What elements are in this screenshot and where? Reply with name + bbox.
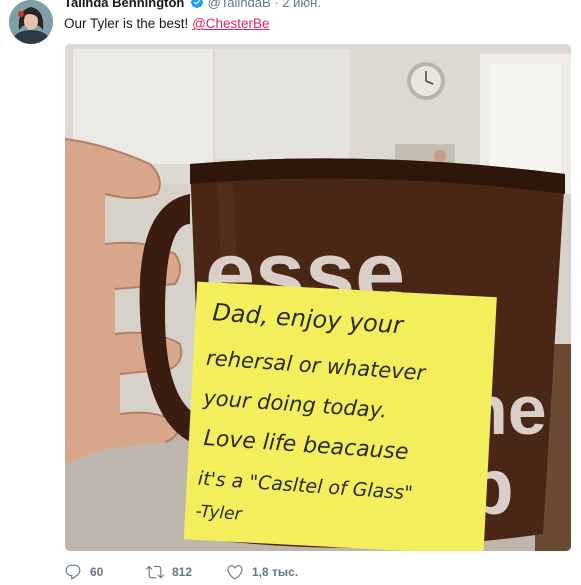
tweet-header: Talinda Bennington @TalindaB · 2 июн. — [64, 0, 321, 11]
reply-count: 60 — [90, 565, 104, 579]
like-button[interactable]: 1,8 тыс. — [226, 563, 326, 581]
display-name[interactable]: Talinda Bennington — [64, 0, 184, 10]
retweet-icon — [146, 565, 164, 579]
retweet-button[interactable]: 812 — [146, 563, 226, 581]
tweet-timestamp[interactable]: 2 июн. — [282, 0, 321, 10]
avatar[interactable] — [9, 0, 53, 44]
reply-icon — [65, 564, 81, 580]
tweet-actions: 60 812 1,8 тыс. — [64, 563, 326, 581]
avatar-image — [9, 0, 53, 44]
tweet-body: Our Tyler is the best! — [64, 16, 189, 31]
user-handle[interactable]: @TalindaB — [208, 0, 271, 10]
mug-photo-image: esse ne p Dad, enjoy your rehersal or wh… — [65, 44, 571, 551]
separator-dot: · — [274, 0, 279, 10]
like-count: 1,8 тыс. — [252, 565, 299, 579]
heart-icon — [227, 565, 243, 580]
verified-badge-icon — [190, 0, 204, 9]
tweet-photo[interactable]: esse ne p Dad, enjoy your rehersal or wh… — [65, 44, 571, 551]
retweet-count: 812 — [172, 565, 193, 579]
mention-link[interactable]: @ChesterBe — [192, 16, 270, 31]
note-line: -Tyler — [195, 502, 243, 525]
tweet-text: Our Tyler is the best! @ChesterBe — [64, 15, 270, 33]
reply-button[interactable]: 60 — [64, 563, 146, 581]
